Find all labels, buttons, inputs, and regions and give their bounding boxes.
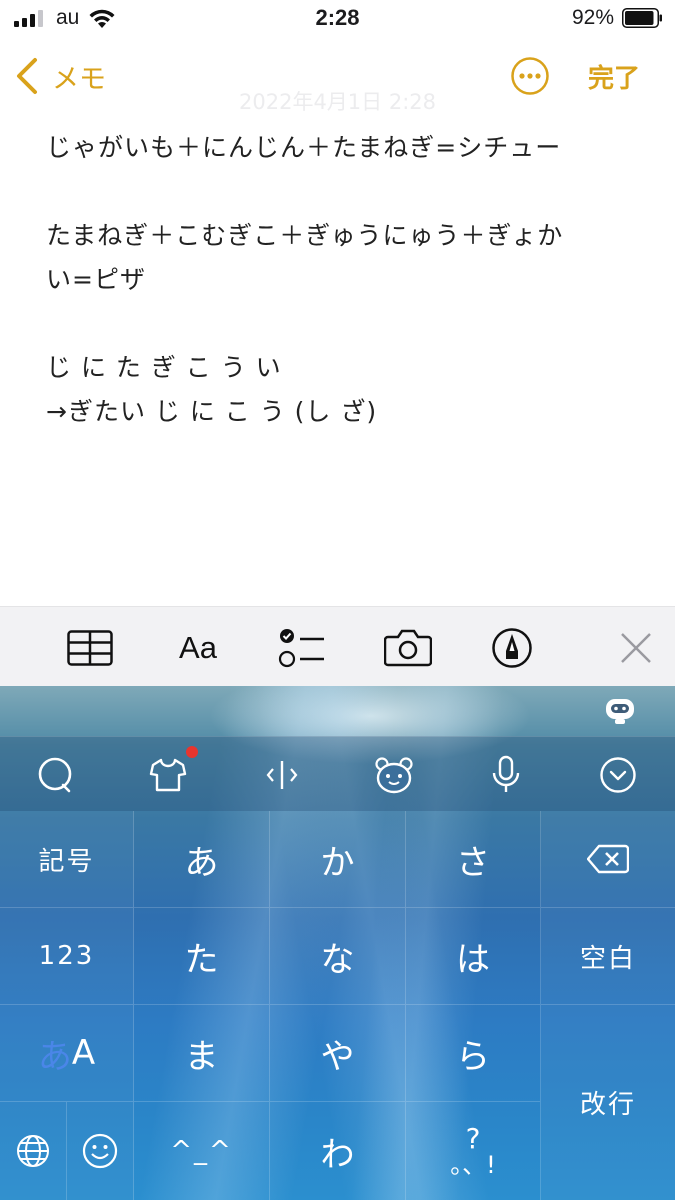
emoji-bear-button[interactable] bbox=[374, 755, 414, 795]
battery-percent: 92% bbox=[572, 6, 615, 29]
key-kaomoji[interactable]: ^_^ bbox=[134, 1102, 270, 1200]
mic-icon bbox=[492, 755, 520, 792]
note-line: じ に た ぎ こ う い bbox=[46, 353, 282, 382]
keyboard-toolbar bbox=[0, 736, 675, 811]
key-symbols[interactable]: 記号 bbox=[0, 811, 134, 908]
key-a[interactable]: あ bbox=[134, 811, 270, 908]
search-button[interactable] bbox=[36, 755, 76, 795]
note-body[interactable]: じゃがいも＋にんじん＋たまねぎ=シチュー たまねぎ＋こむぎこ＋ぎゅうにゅう＋ぎょ… bbox=[46, 126, 636, 434]
key-delete[interactable] bbox=[541, 811, 675, 908]
camera-icon bbox=[384, 629, 432, 667]
key-ha[interactable]: は bbox=[406, 908, 541, 1005]
key-numbers[interactable]: 123 bbox=[0, 908, 134, 1005]
key-globe[interactable] bbox=[0, 1102, 67, 1200]
note-date: 2022年4月1日 2:28 bbox=[239, 90, 436, 114]
note-line: い=ピザ bbox=[46, 265, 146, 294]
punct-top-label: ? bbox=[465, 1122, 481, 1155]
punct-bottom-label: 。、! bbox=[450, 1151, 496, 1179]
format-toolbar: Aa bbox=[0, 606, 675, 686]
camera-button[interactable] bbox=[384, 627, 432, 669]
mic-button[interactable] bbox=[486, 755, 526, 795]
search-icon bbox=[38, 757, 72, 793]
close-icon bbox=[621, 633, 651, 663]
key-ma[interactable]: ま bbox=[134, 1005, 270, 1102]
key-na[interactable]: な bbox=[270, 908, 406, 1005]
note-line: たまねぎ＋こむぎこ＋ぎゅうにゅう＋ぎょか bbox=[46, 221, 564, 250]
collapse-keyboard-button[interactable] bbox=[598, 755, 638, 795]
globe-icon bbox=[17, 1135, 49, 1167]
note-line: →ぎたい じ に こ う (し ざ) bbox=[46, 397, 378, 426]
skin-button[interactable] bbox=[148, 755, 188, 795]
key-return[interactable]: 改行 bbox=[541, 1005, 675, 1200]
key-ka[interactable]: か bbox=[270, 811, 406, 908]
status-bar: au 2:28 92% bbox=[0, 0, 675, 40]
note-line-blank bbox=[46, 302, 636, 346]
keyboard-keys: 記号 あ か さ 123 た な は 空白 あA ま や ら 改行 ^_^ わ … bbox=[0, 811, 675, 1200]
smiley-icon bbox=[82, 1133, 118, 1169]
key-abc-kana-label: あ bbox=[37, 1036, 72, 1077]
collapse-icon bbox=[600, 757, 636, 793]
key-punctuation[interactable]: ? 。、! bbox=[406, 1102, 541, 1200]
text-format-icon: Aa bbox=[179, 630, 217, 665]
note-line-blank bbox=[46, 170, 636, 214]
markup-icon bbox=[492, 628, 532, 668]
markup-button[interactable] bbox=[490, 627, 534, 669]
delete-icon bbox=[587, 844, 629, 874]
checklist-button[interactable] bbox=[278, 627, 326, 669]
checklist-icon bbox=[278, 629, 324, 668]
emoji-bear-icon bbox=[375, 757, 413, 794]
key-ra[interactable]: ら bbox=[406, 1005, 541, 1102]
key-emoji[interactable] bbox=[67, 1102, 134, 1200]
key-ya[interactable]: や bbox=[270, 1005, 406, 1102]
keyboard: 記号 あ か さ 123 た な は 空白 あA ま や ら 改行 ^_^ わ … bbox=[0, 686, 675, 1200]
table-icon bbox=[67, 630, 113, 666]
skin-icon bbox=[149, 758, 187, 792]
notification-dot bbox=[186, 746, 198, 758]
cursor-button[interactable] bbox=[262, 755, 302, 795]
key-ta[interactable]: た bbox=[134, 908, 270, 1005]
battery-icon bbox=[622, 8, 662, 28]
key-abc-kana[interactable]: あA bbox=[0, 1005, 134, 1102]
cursor-icon bbox=[266, 761, 298, 789]
key-abc-latin-label: A bbox=[71, 1033, 96, 1073]
note-line: じゃがいも＋にんじん＋たまねぎ=シチュー bbox=[46, 133, 562, 162]
key-sa[interactable]: さ bbox=[406, 811, 541, 908]
table-button[interactable] bbox=[66, 627, 114, 669]
text-format-button[interactable]: Aa bbox=[172, 627, 224, 669]
key-space[interactable]: 空白 bbox=[541, 908, 675, 1005]
key-wa[interactable]: わ bbox=[270, 1102, 406, 1200]
punctuation-labels: ? 。、! bbox=[450, 1122, 496, 1179]
close-format-button[interactable] bbox=[618, 627, 654, 669]
robot-icon[interactable] bbox=[603, 696, 637, 726]
